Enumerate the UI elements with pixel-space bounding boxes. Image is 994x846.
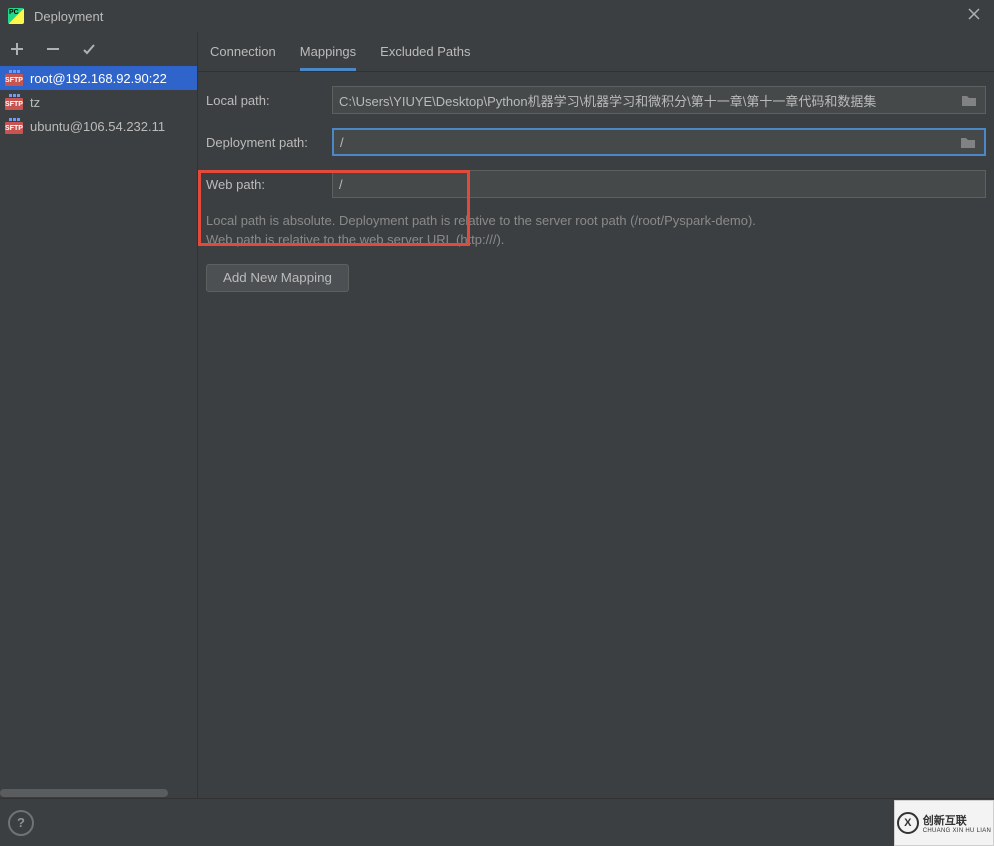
server-label: root@192.168.92.90:22 xyxy=(30,71,167,86)
tab-mappings[interactable]: Mappings xyxy=(300,32,356,71)
input-value: C:\Users\YIUYE\Desktop\Python机器学习\机器学习和微… xyxy=(339,91,959,110)
input-value: / xyxy=(340,135,958,150)
sftp-icon: SFTP xyxy=(4,118,24,134)
window-title: Deployment xyxy=(34,9,103,24)
help-button[interactable]: ? xyxy=(8,810,34,836)
tab-excluded-paths[interactable]: Excluded Paths xyxy=(380,32,470,71)
deployment-path-label: Deployment path: xyxy=(206,135,332,150)
tab-label: Excluded Paths xyxy=(380,44,470,59)
close-icon[interactable] xyxy=(968,8,984,24)
input-value: / xyxy=(339,177,979,192)
server-sidebar: SFTP root@192.168.92.90:22 SFTP tz SFTP … xyxy=(0,32,198,798)
watermark-subtext: CHUANG XIN HU LIAN xyxy=(923,828,991,834)
server-list: SFTP root@192.168.92.90:22 SFTP tz SFTP … xyxy=(0,66,197,798)
tab-label: Connection xyxy=(210,44,276,59)
tab-label: Mappings xyxy=(300,44,356,59)
add-new-mapping-button[interactable]: Add New Mapping xyxy=(206,264,349,292)
apply-button[interactable] xyxy=(78,38,100,60)
help-icon: ? xyxy=(17,815,25,830)
local-path-input[interactable]: C:\Users\YIUYE\Desktop\Python机器学习\机器学习和微… xyxy=(332,86,986,114)
watermark: X 创新互联 CHUANG XIN HU LIAN xyxy=(894,800,994,846)
server-label: ubuntu@106.54.232.11 xyxy=(30,119,165,134)
sidebar-toolbar xyxy=(0,32,197,66)
sftp-icon: SFTP xyxy=(4,94,24,110)
sftp-icon: SFTP xyxy=(4,70,24,86)
hint-text: Local path is absolute. Deployment path … xyxy=(206,212,986,250)
hint-line: Web path is relative to the web server U… xyxy=(206,231,986,250)
app-icon xyxy=(8,8,24,24)
remove-server-button[interactable] xyxy=(42,38,64,60)
deployment-path-input[interactable]: / xyxy=(332,128,986,156)
tab-connection[interactable]: Connection xyxy=(210,32,276,71)
server-label: tz xyxy=(30,95,40,110)
browse-folder-icon[interactable] xyxy=(958,132,978,152)
button-label: Add New Mapping xyxy=(223,270,332,285)
server-item[interactable]: SFTP root@192.168.92.90:22 xyxy=(0,66,197,90)
tabs: Connection Mappings Excluded Paths xyxy=(198,32,994,72)
local-path-label: Local path: xyxy=(206,93,332,108)
watermark-text: 创新互联 xyxy=(923,812,991,828)
add-server-button[interactable] xyxy=(6,38,28,60)
web-path-label: Web path: xyxy=(206,177,332,192)
hint-line: Local path is absolute. Deployment path … xyxy=(206,212,986,231)
browse-folder-icon[interactable] xyxy=(959,90,979,110)
server-item[interactable]: SFTP ubuntu@106.54.232.11 xyxy=(0,114,197,138)
watermark-logo-icon: X xyxy=(897,812,919,834)
sidebar-scrollbar[interactable] xyxy=(0,788,197,798)
web-path-input[interactable]: / xyxy=(332,170,986,198)
server-item[interactable]: SFTP tz xyxy=(0,90,197,114)
